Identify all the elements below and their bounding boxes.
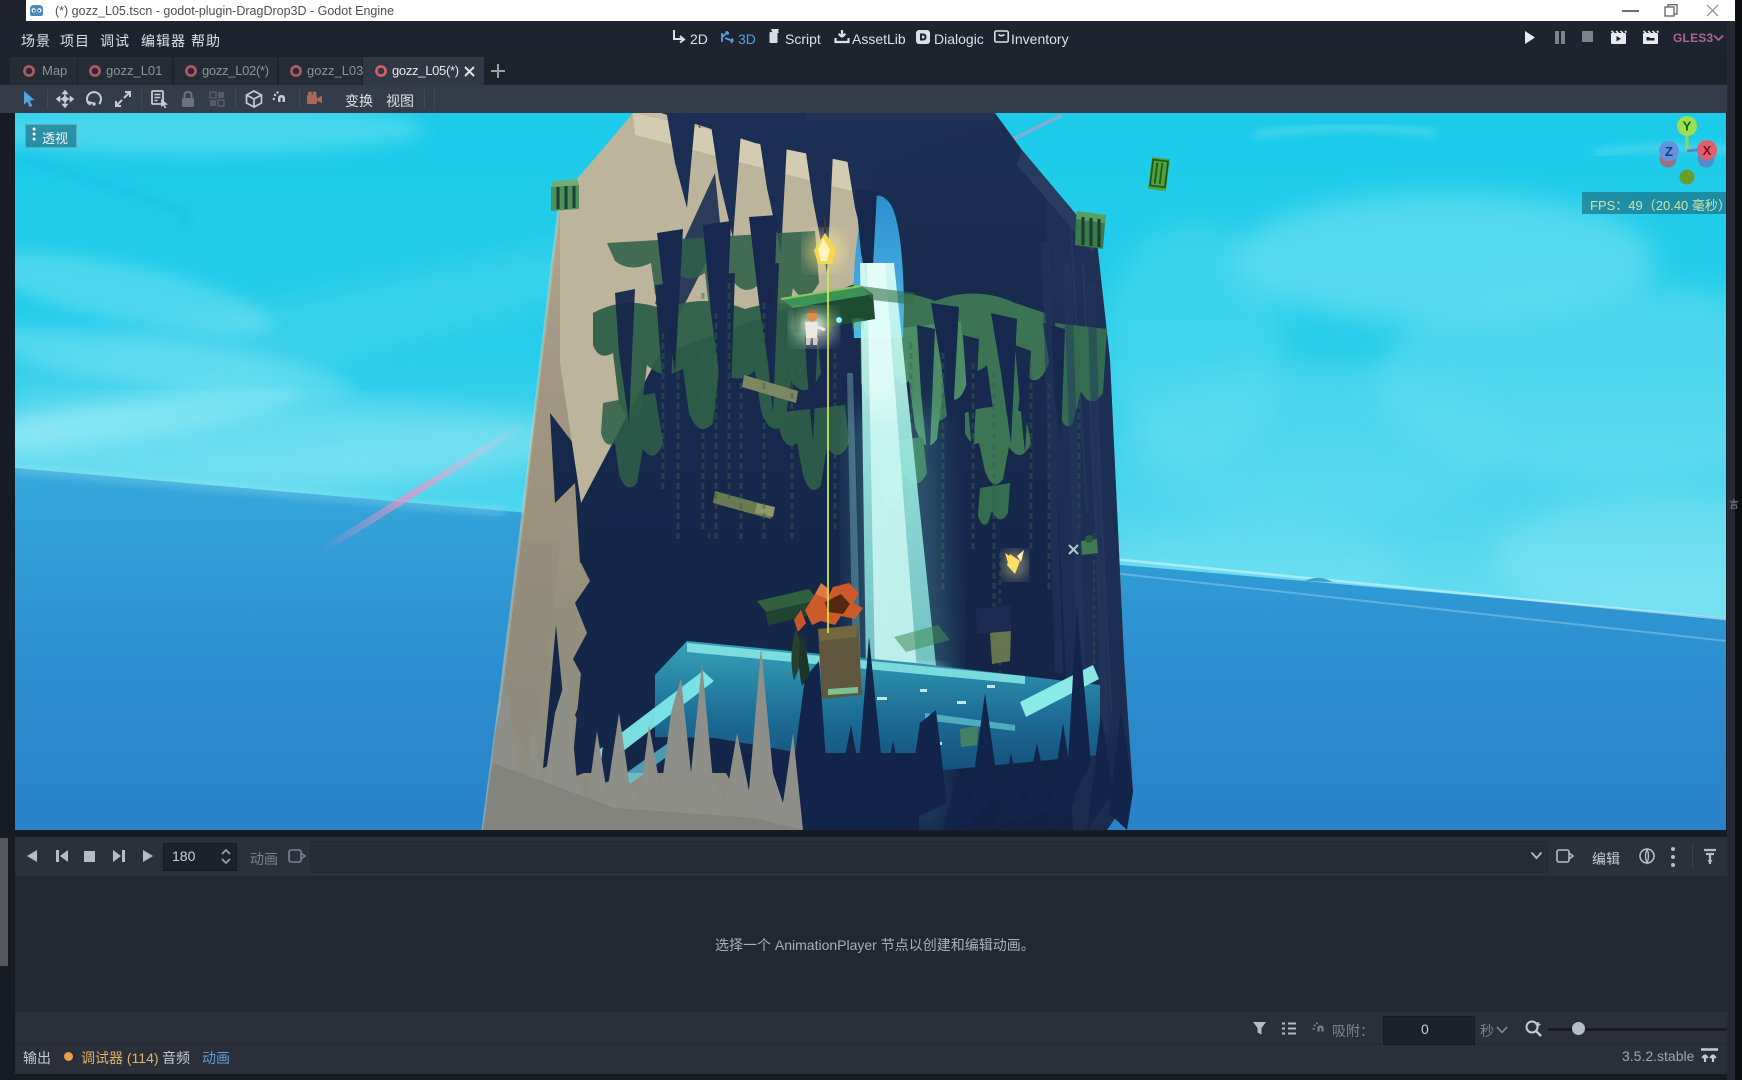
svg-text:X: X bbox=[1703, 143, 1712, 158]
svg-text:Z: Z bbox=[1665, 144, 1673, 159]
svg-text:Y: Y bbox=[1683, 119, 1692, 134]
